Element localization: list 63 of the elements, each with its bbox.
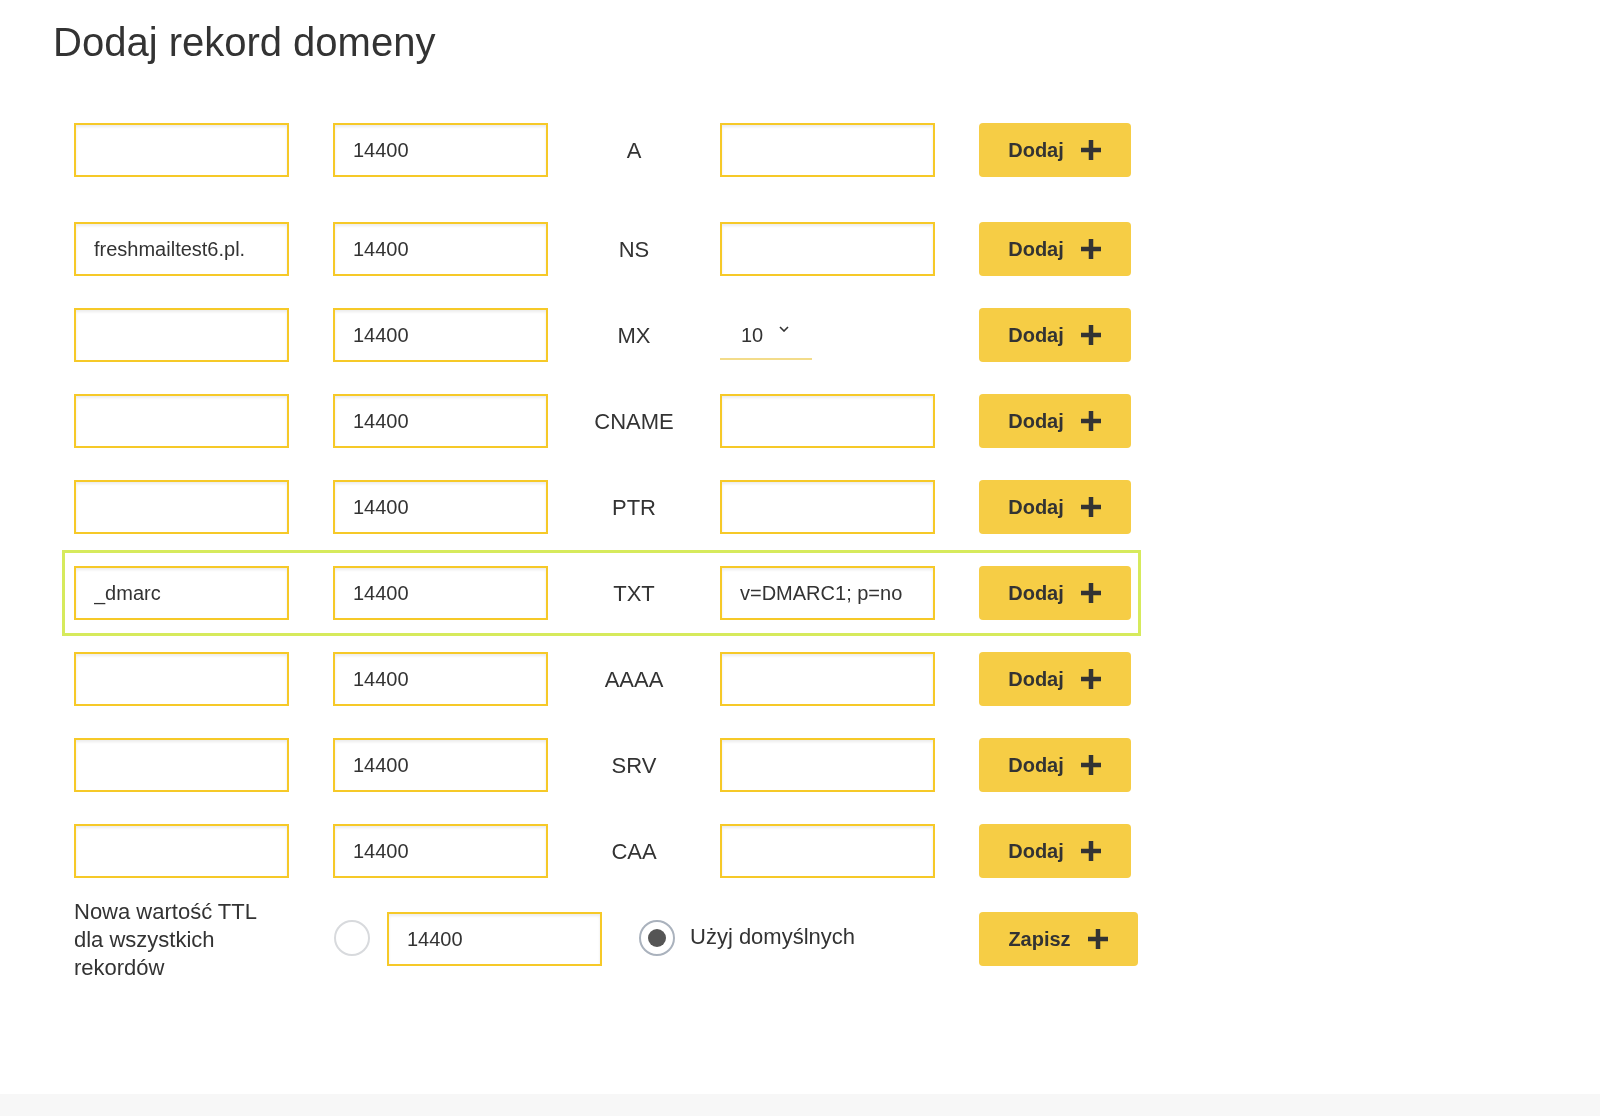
record-type: SRV <box>611 751 657 780</box>
name-field[interactable] <box>74 308 289 362</box>
name-field[interactable] <box>74 480 289 534</box>
record-type: TXT <box>613 579 655 608</box>
name-field[interactable]: _dmarc <box>74 566 289 620</box>
page-title: Dodaj rekord domeny <box>53 19 436 66</box>
add-button[interactable]: Dodaj <box>979 566 1131 620</box>
ttl-field[interactable]: 14400 <box>333 652 548 706</box>
value-field[interactable] <box>720 824 935 878</box>
value-field[interactable] <box>720 394 935 448</box>
value-field[interactable] <box>720 123 935 177</box>
radio-label: Użyj domyślnych <box>690 923 857 951</box>
name-field[interactable] <box>74 824 289 878</box>
plus-icon <box>1079 238 1102 260</box>
plus-icon <box>1086 928 1109 950</box>
name-field[interactable]: freshmailtest6.pl. <box>74 222 289 276</box>
record-type: PTR <box>612 493 656 522</box>
save-button[interactable]: Zapisz <box>979 912 1138 966</box>
name-field[interactable] <box>74 652 289 706</box>
add-button[interactable]: Dodaj <box>979 480 1131 534</box>
record-type: NS <box>618 235 650 264</box>
value-field[interactable] <box>720 222 935 276</box>
add-button[interactable]: Dodaj <box>979 222 1131 276</box>
ttl-field[interactable]: 14400 <box>333 222 548 276</box>
add-button[interactable]: Dodaj <box>979 738 1131 792</box>
ttl-field[interactable]: 14400 <box>333 308 548 362</box>
ttl-field[interactable]: 14400 <box>387 912 602 966</box>
priority-dropdown[interactable]: 10 <box>720 306 812 360</box>
add-button[interactable]: Dodaj <box>979 824 1131 878</box>
name-field[interactable] <box>74 738 289 792</box>
plus-icon <box>1079 410 1102 432</box>
value-field[interactable]: v=DMARC1; p=no <box>720 566 935 620</box>
record-type: AAAA <box>604 665 664 694</box>
add-button[interactable]: Dodaj <box>979 652 1131 706</box>
ttl-field[interactable]: 14400 <box>333 566 548 620</box>
value-field[interactable] <box>720 652 935 706</box>
add-button[interactable]: Dodaj <box>979 394 1131 448</box>
plus-icon <box>1079 324 1102 346</box>
ttl-field[interactable]: 14400 <box>333 480 548 534</box>
radio-button[interactable] <box>639 920 675 956</box>
ttl-label: Nowa wartość TTL dla wszystkich rekordów <box>74 898 258 982</box>
plus-icon <box>1079 496 1102 518</box>
plus-icon <box>1079 582 1102 604</box>
plus-icon <box>1079 139 1102 161</box>
value-field[interactable] <box>720 738 935 792</box>
ttl-field[interactable]: 14400 <box>333 123 548 177</box>
record-type: CNAME <box>594 407 674 436</box>
add-button[interactable]: Dodaj <box>979 308 1131 362</box>
radio-button[interactable] <box>334 920 370 956</box>
ttl-field[interactable]: 14400 <box>333 824 548 878</box>
record-type: CAA <box>611 837 657 866</box>
add-button[interactable]: Dodaj <box>979 123 1131 177</box>
name-field[interactable] <box>74 394 289 448</box>
plus-icon <box>1079 840 1102 862</box>
plus-icon <box>1079 754 1102 776</box>
record-type: MX <box>617 321 651 350</box>
name-field[interactable] <box>74 123 289 177</box>
ttl-field[interactable]: 14400 <box>333 738 548 792</box>
record-type: A <box>626 136 642 165</box>
plus-icon <box>1079 668 1102 690</box>
value-field[interactable] <box>720 480 935 534</box>
chevron-down-icon <box>779 326 790 332</box>
ttl-field[interactable]: 14400 <box>333 394 548 448</box>
